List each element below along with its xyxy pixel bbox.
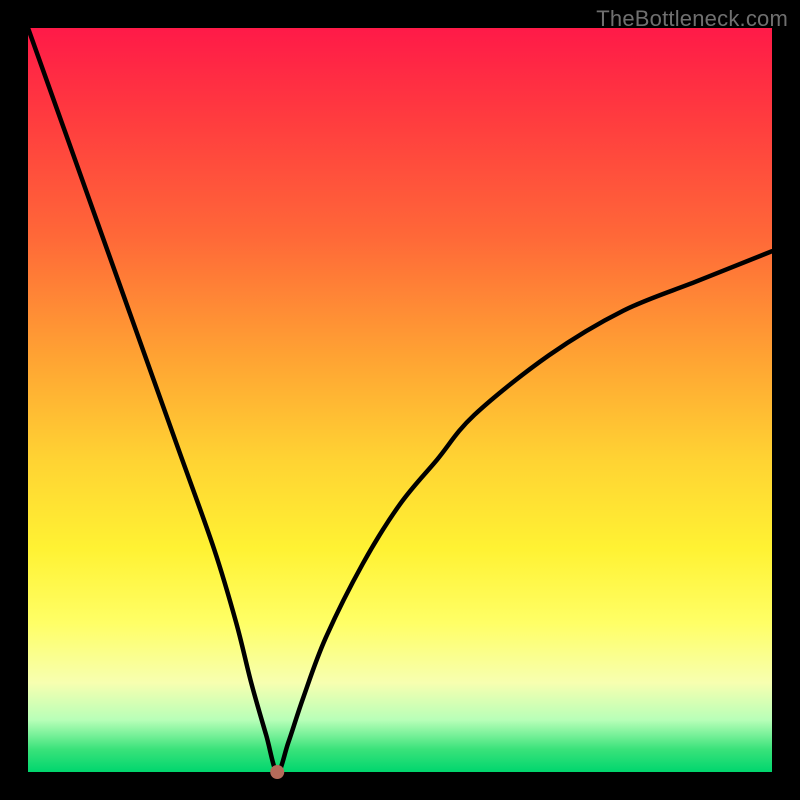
bottleneck-curve: [28, 28, 772, 772]
minimum-marker: [270, 765, 284, 779]
chart-frame: TheBottleneck.com: [0, 0, 800, 800]
curve-layer: [28, 28, 772, 772]
plot-area: [28, 28, 772, 772]
